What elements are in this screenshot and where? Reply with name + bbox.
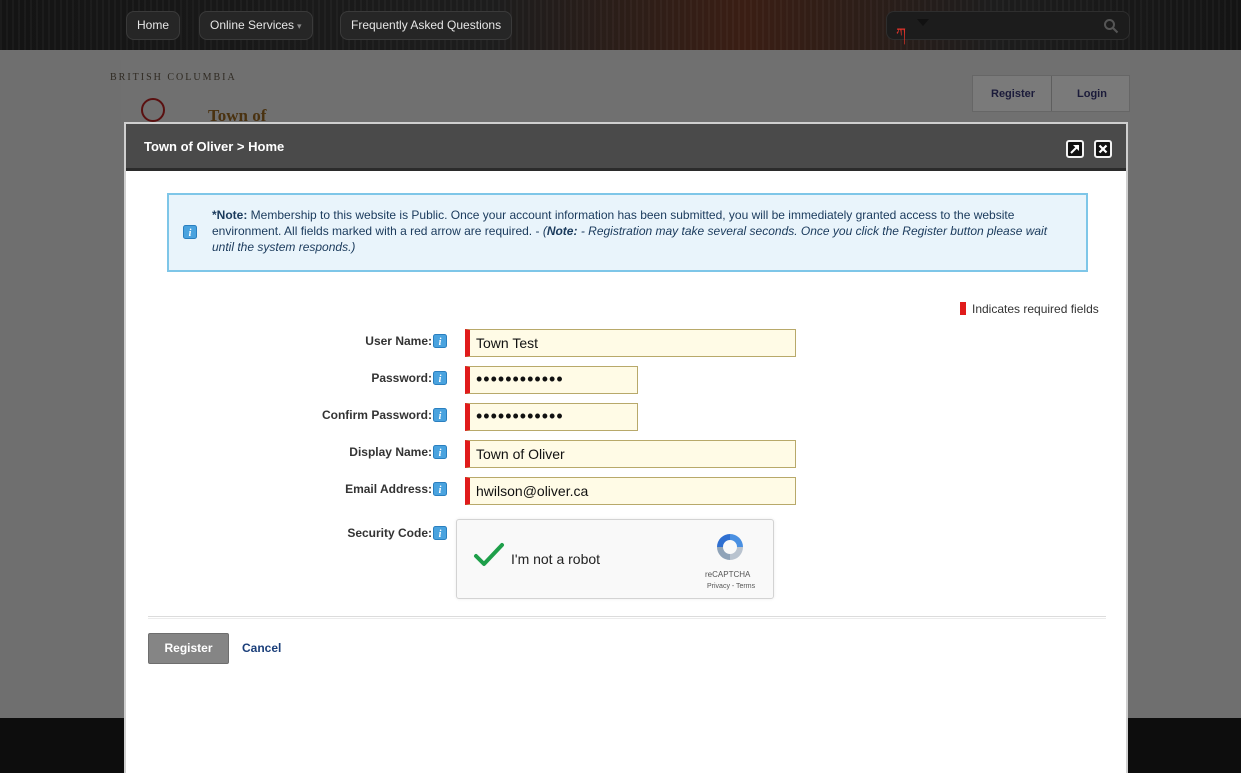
top-nav-bar: Home Online Services ▾ Frequently Asked Q… bbox=[0, 0, 1241, 50]
password-label: Password: bbox=[371, 371, 432, 385]
svg-text:i: i bbox=[189, 228, 192, 239]
display-name-label: Display Name: bbox=[349, 445, 432, 459]
display-name-row: Display Name: i Town of Oliver bbox=[126, 437, 1126, 468]
email-label: Email Address: bbox=[345, 482, 432, 496]
confirm-password-label: Confirm Password: bbox=[321, 408, 432, 422]
nav-faq[interactable]: Frequently Asked Questions bbox=[340, 11, 513, 40]
registration-modal: Town of Oliver > Home i *Note: Membershi… bbox=[124, 122, 1128, 773]
svg-text:i: i bbox=[439, 374, 442, 385]
password-input[interactable]: •••••••••••• bbox=[465, 366, 638, 394]
logo-seal-icon bbox=[141, 98, 165, 122]
search-icon[interactable] bbox=[1103, 18, 1119, 34]
confirm-password-input[interactable]: •••••••••••• bbox=[465, 403, 638, 431]
nav-online-services[interactable]: Online Services ▾ bbox=[199, 11, 313, 40]
help-icon[interactable]: i bbox=[433, 408, 447, 422]
close-button[interactable] bbox=[1094, 140, 1112, 158]
password-row: Password: i •••••••••••• bbox=[126, 363, 1126, 394]
required-legend: Indicates required fields bbox=[960, 302, 1099, 316]
header-register-link[interactable]: Register bbox=[991, 88, 1035, 100]
membership-note: i *Note: Membership to this website is P… bbox=[167, 193, 1088, 272]
search-box[interactable]: ཀ bbox=[886, 11, 1130, 41]
username-row: User Name: i Town Test bbox=[126, 326, 1126, 357]
maximize-button[interactable] bbox=[1066, 140, 1084, 158]
auth-links: Register Login bbox=[972, 75, 1130, 112]
email-input[interactable]: hwilson@oliver.ca bbox=[465, 477, 796, 505]
note-italic-bold: Note: bbox=[546, 224, 578, 238]
display-name-input[interactable]: Town of Oliver bbox=[465, 440, 796, 468]
note-lead: *Note: bbox=[212, 208, 248, 222]
username-label: User Name: bbox=[365, 334, 432, 348]
recaptcha-logo-icon bbox=[717, 534, 743, 560]
info-icon: i bbox=[183, 225, 197, 239]
nav-home[interactable]: Home bbox=[126, 11, 181, 40]
site-logo[interactable]: BRITISH COLUMBIA Town of bbox=[108, 70, 308, 125]
svg-text:i: i bbox=[439, 448, 442, 459]
help-icon[interactable]: i bbox=[433, 526, 447, 540]
svg-text:i: i bbox=[439, 485, 442, 496]
membership-note-text: *Note: Membership to this website is Pub… bbox=[212, 207, 1072, 255]
modal-title: Town of Oliver > Home bbox=[144, 139, 285, 154]
expand-icon bbox=[1070, 144, 1080, 154]
logo-arc-text: BRITISH COLUMBIA bbox=[110, 72, 237, 83]
svg-text:i: i bbox=[439, 337, 442, 348]
nav-home-label: Home bbox=[137, 18, 170, 32]
help-icon[interactable]: i bbox=[433, 334, 447, 348]
help-icon[interactable]: i bbox=[433, 482, 447, 496]
username-input[interactable]: Town Test bbox=[465, 329, 796, 357]
help-icon[interactable]: i bbox=[433, 445, 447, 459]
cancel-link[interactable]: Cancel bbox=[242, 641, 281, 655]
nav-online-services-label: Online Services bbox=[210, 18, 295, 32]
recaptcha-brand: reCAPTCHA bbox=[705, 570, 751, 579]
recaptcha-label: I'm not a robot bbox=[511, 551, 601, 567]
form-divider bbox=[148, 616, 1106, 619]
close-icon bbox=[1098, 144, 1108, 154]
security-code-label: Security Code: bbox=[347, 526, 432, 540]
email-row: Email Address: i hwilson@oliver.ca bbox=[126, 474, 1126, 505]
checkmark-icon[interactable] bbox=[473, 542, 505, 568]
auth-divider bbox=[1051, 76, 1052, 111]
header-login-link[interactable]: Login bbox=[1077, 88, 1107, 100]
help-icon[interactable]: i bbox=[433, 371, 447, 385]
svg-text:i: i bbox=[439, 411, 442, 422]
register-button[interactable]: Register bbox=[148, 633, 229, 664]
recaptcha-privacy-terms[interactable]: Privacy - Terms bbox=[707, 583, 755, 590]
chevron-down-icon: ▾ bbox=[297, 21, 302, 31]
required-marker-icon bbox=[960, 302, 966, 315]
required-legend-text: Indicates required fields bbox=[972, 302, 1099, 316]
confirm-password-row: Confirm Password: i •••••••••••• bbox=[126, 400, 1126, 431]
modal-header: Town of Oliver > Home bbox=[126, 124, 1126, 171]
recaptcha-widget[interactable]: I'm not a robot reCAPTCHA Privacy - Term… bbox=[456, 519, 774, 599]
nav-faq-label: Frequently Asked Questions bbox=[351, 18, 502, 32]
search-engine-dropdown-icon[interactable] bbox=[917, 19, 929, 26]
svg-text:i: i bbox=[439, 529, 442, 540]
